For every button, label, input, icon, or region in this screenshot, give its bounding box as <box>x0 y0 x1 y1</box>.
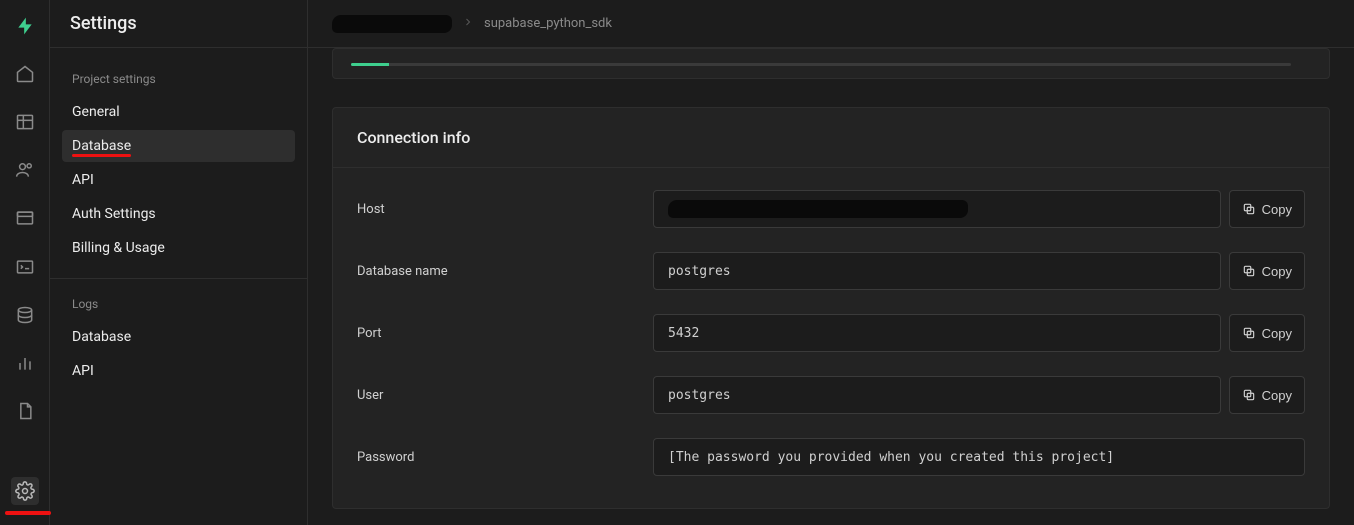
field-user: User postgres Copy <box>357 364 1305 426</box>
sidebar-item-database[interactable]: Database <box>62 130 295 162</box>
copy-dbname-button[interactable]: Copy <box>1229 252 1305 290</box>
connection-info-title: Connection info <box>333 108 1329 168</box>
copy-host-button[interactable]: Copy <box>1229 190 1305 228</box>
copy-icon <box>1242 264 1256 278</box>
connection-info-card: Connection info Host Copy Database name … <box>332 107 1330 509</box>
breadcrumb-org-redacted <box>332 15 452 33</box>
value-user[interactable]: postgres <box>653 376 1221 414</box>
auth-icon[interactable] <box>14 160 36 180</box>
section-label-logs: Logs <box>62 293 295 321</box>
sidebar-item-billing[interactable]: Billing & Usage <box>62 232 295 264</box>
copy-port-button[interactable]: Copy <box>1229 314 1305 352</box>
field-host: Host Copy <box>357 178 1305 240</box>
table-editor-icon[interactable] <box>14 112 36 132</box>
label-dbname: Database name <box>357 264 653 279</box>
value-dbname[interactable]: postgres <box>653 252 1221 290</box>
value-port[interactable]: 5432 <box>653 314 1221 352</box>
usage-progress-bar <box>351 63 1291 66</box>
main: supabase_python_sdk Connection info Host <box>308 0 1354 525</box>
value-host[interactable] <box>653 190 1221 228</box>
sidebar-item-logs-api[interactable]: API <box>62 355 295 387</box>
database-icon[interactable] <box>14 305 36 325</box>
usage-card <box>332 48 1330 79</box>
field-dbname: Database name postgres Copy <box>357 240 1305 302</box>
sidebar-item-auth-settings[interactable]: Auth Settings <box>62 198 295 230</box>
sidebar: Settings Project settings General Databa… <box>50 0 308 525</box>
breadcrumb-project[interactable]: supabase_python_sdk <box>484 16 612 31</box>
label-host: Host <box>357 202 653 217</box>
label-password: Password <box>357 450 653 465</box>
host-redacted <box>668 200 968 218</box>
value-password[interactable]: [The password you provided when you crea… <box>653 438 1305 476</box>
storage-icon[interactable] <box>14 208 36 228</box>
copy-icon <box>1242 202 1256 216</box>
copy-icon <box>1242 326 1256 340</box>
sidebar-title: Settings <box>50 0 307 48</box>
icon-rail <box>0 0 50 525</box>
sql-editor-icon[interactable] <box>14 257 36 277</box>
copy-icon <box>1242 388 1256 402</box>
breadcrumb: supabase_python_sdk <box>308 0 1354 48</box>
section-label-project: Project settings <box>62 68 295 96</box>
reports-icon[interactable] <box>14 353 36 373</box>
label-user: User <box>357 388 653 403</box>
sidebar-item-general[interactable]: General <box>62 96 295 128</box>
field-password: Password [The password you provided when… <box>357 426 1305 488</box>
sidebar-item-api[interactable]: API <box>62 164 295 196</box>
logo-icon[interactable] <box>14 16 36 36</box>
copy-user-button[interactable]: Copy <box>1229 376 1305 414</box>
settings-icon[interactable] <box>11 477 39 505</box>
docs-icon[interactable] <box>14 401 36 421</box>
label-port: Port <box>357 326 653 341</box>
chevron-right-icon <box>462 16 474 32</box>
home-icon[interactable] <box>14 64 36 84</box>
field-port: Port 5432 Copy <box>357 302 1305 364</box>
sidebar-item-logs-database[interactable]: Database <box>62 321 295 353</box>
